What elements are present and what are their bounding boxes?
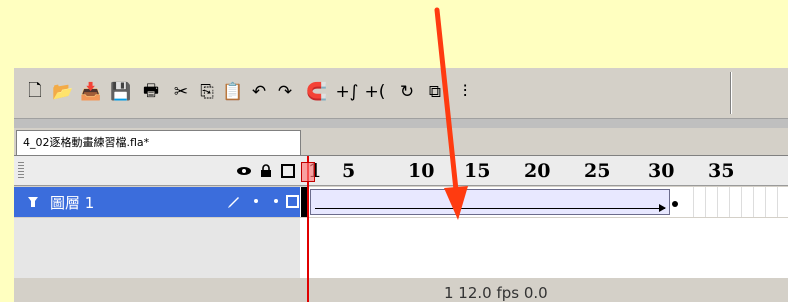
panel-grip[interactable]: [18, 162, 24, 180]
toolbar-separator-band: [14, 118, 788, 128]
eye-icon[interactable]: [236, 162, 252, 180]
open-folder-icon[interactable]: 📂: [50, 79, 76, 105]
empty-frames[interactable]: [682, 187, 788, 217]
cut-icon[interactable]: ✂: [168, 79, 194, 105]
ruler-label-15: 15: [464, 160, 491, 182]
ruler-label-25: 25: [584, 160, 611, 182]
copy-icon[interactable]: ⎘: [194, 79, 220, 105]
ruler-label-5: 5: [342, 160, 356, 182]
motion-tween-span[interactable]: [310, 189, 670, 215]
outline-square-icon[interactable]: [280, 162, 296, 180]
ruler-label-35: 35: [708, 160, 735, 182]
print-icon[interactable]: 🖶: [138, 79, 164, 105]
end-keyframe[interactable]: [672, 201, 678, 207]
layer-name[interactable]: 圖層 1: [50, 192, 94, 213]
timeline-status-bar: 1 12.0 fps 0.0: [14, 284, 788, 302]
paste-icon[interactable]: 📋: [220, 79, 246, 105]
playhead-handle[interactable]: [301, 162, 315, 182]
outline-color-square[interactable]: [286, 195, 299, 208]
straighten-icon[interactable]: +(: [362, 79, 388, 105]
ruler-label-10: 10: [408, 160, 435, 182]
layer-row[interactable]: 圖層 1: [14, 187, 788, 217]
scale-icon[interactable]: ⧉: [422, 79, 448, 105]
tween-arrow: [315, 204, 666, 212]
pencil-icon[interactable]: [226, 193, 242, 213]
undo-icon[interactable]: ↶: [246, 79, 272, 105]
timeline-header: 15101520253035: [14, 156, 788, 186]
ruler-label-30: 30: [648, 160, 675, 182]
flash-application: 🗋📂📥💾🖶✂⎘📋↶↷🧲+∫+(↻⧉⫶ 4_02逐格動畫練習檔.fla* 15 10…: [14, 68, 788, 302]
lock-icon[interactable]: [258, 162, 274, 180]
document-tab[interactable]: 4_02逐格動畫練習檔.fla*: [16, 130, 301, 156]
lock-dot[interactable]: [274, 199, 278, 203]
new-document-icon[interactable]: 🗋: [22, 79, 48, 105]
smooth-icon[interactable]: +∫: [334, 79, 360, 105]
rotate-icon[interactable]: ↻: [394, 79, 420, 105]
save-icon[interactable]: 💾: [108, 79, 134, 105]
import-icon[interactable]: 📥: [78, 79, 104, 105]
layer-folder-icon: [26, 194, 40, 213]
status-text: 1 12.0 fps 0.0: [444, 284, 548, 302]
frames-empty-area: [300, 218, 788, 278]
main-toolbar: 🗋 📂 📥 💾 🖶 ✂ ⎘ 📋 ↶ ↷ 🧲 +∫ +(↻ ⧉ ⫶: [14, 68, 788, 118]
redo-icon[interactable]: ↷: [272, 79, 298, 105]
toolbar-separator: [730, 72, 732, 114]
ruler-label-20: 20: [524, 160, 551, 182]
visibility-dot[interactable]: [254, 199, 258, 203]
align-icon[interactable]: ⫶: [452, 79, 478, 105]
snap-magnet-icon[interactable]: 🧲: [304, 79, 330, 105]
layer-frames[interactable]: [300, 187, 788, 217]
layer-name-cell[interactable]: 圖層 1: [14, 187, 300, 217]
